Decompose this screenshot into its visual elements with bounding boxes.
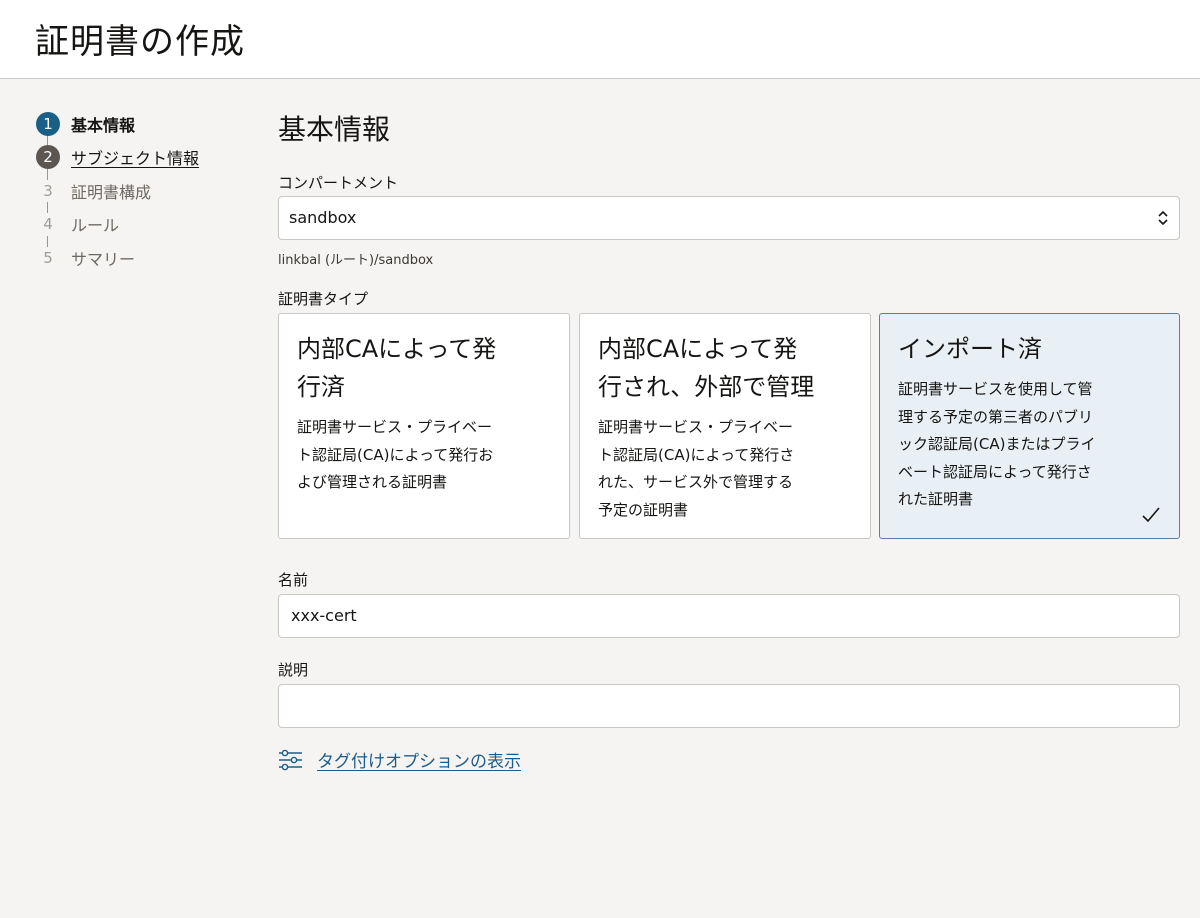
step-summary: 5 サマリー — [36, 241, 256, 275]
name-input[interactable]: xxx-cert — [278, 594, 1180, 638]
step-number: 2 — [36, 145, 60, 170]
compartment-value: sandbox — [289, 208, 357, 227]
cert-type-options: 内部CAによって発 行済 証明書サービス・プライベー ト認証局(CA)によって発… — [278, 313, 1180, 539]
step-number: 5 — [43, 248, 53, 267]
step-label: 証明書構成 — [71, 182, 152, 202]
wizard-steps: 1 基本情報 2 サブジェクト情報 3 証明書構成 4 ルール 5 サマリー — [36, 107, 256, 275]
step-label: ルール — [71, 216, 120, 236]
cert-type-card-internal-ca-external[interactable]: 内部CAによって発 行され、外部で管理 証明書サービス・プライベー ト認証局(C… — [579, 313, 871, 539]
cert-type-label: 証明書タイプ — [278, 290, 369, 308]
step-subject-info[interactable]: 2 サブジェクト情報 — [36, 141, 256, 175]
step-basic-info[interactable]: 1 基本情報 — [36, 107, 256, 141]
compartment-path-hint: linkbal (ルート)/sandbox — [278, 253, 434, 268]
card-title: インポート済 — [898, 335, 1042, 363]
name-value: xxx-cert — [291, 606, 357, 625]
description-input[interactable] — [278, 684, 1180, 728]
show-tagging-options-link[interactable]: タグ付けオプションの表示 — [278, 747, 521, 772]
tag-link-label[interactable]: タグ付けオプションの表示 — [317, 747, 521, 772]
step-number: 1 — [36, 111, 60, 136]
cert-type-card-internal-ca[interactable]: 内部CAによって発 行済 証明書サービス・プライベー ト認証局(CA)によって発… — [278, 313, 570, 539]
section-title: 基本情報 — [278, 113, 391, 146]
card-description: 証明書サービスを使用して管 理する予定の第三者のパブリ ック認証局(CA)または… — [898, 380, 1096, 508]
step-number: 3 — [43, 181, 53, 200]
card-description: 証明書サービス・プライベー ト認証局(CA)によって発行お よび管理される証明書 — [297, 418, 494, 491]
sliders-icon — [279, 749, 302, 770]
page-title: 証明書の作成 — [35, 22, 245, 62]
compartment-label: コンパートメント — [278, 174, 399, 192]
step-label: サマリー — [71, 249, 136, 269]
cert-type-card-imported[interactable]: インポート済 証明書サービスを使用して管 理する予定の第三者のパブリ ック認証局… — [879, 313, 1180, 539]
card-description: 証明書サービス・プライベー ト認証局(CA)によって発行さ れた、サービス外で管… — [598, 418, 795, 519]
step-cert-config: 3 証明書構成 — [36, 174, 256, 208]
checkmark-icon — [1142, 507, 1160, 523]
step-label: 基本情報 — [71, 115, 136, 135]
card-title: 内部CAによって発 行され、外部で管理 — [598, 335, 815, 401]
step-number: 4 — [43, 215, 53, 234]
card-title: 内部CAによって発 行済 — [297, 335, 497, 401]
description-label: 説明 — [278, 661, 309, 679]
name-label: 名前 — [278, 571, 309, 589]
step-rules: 4 ルール — [36, 208, 256, 242]
step-connector — [47, 235, 48, 247]
step-connector — [47, 168, 48, 180]
select-arrows-icon — [1158, 210, 1168, 226]
page-header: 証明書の作成 — [0, 0, 1200, 79]
compartment-select[interactable]: sandbox — [278, 196, 1180, 240]
step-label[interactable]: サブジェクト情報 — [71, 145, 199, 169]
